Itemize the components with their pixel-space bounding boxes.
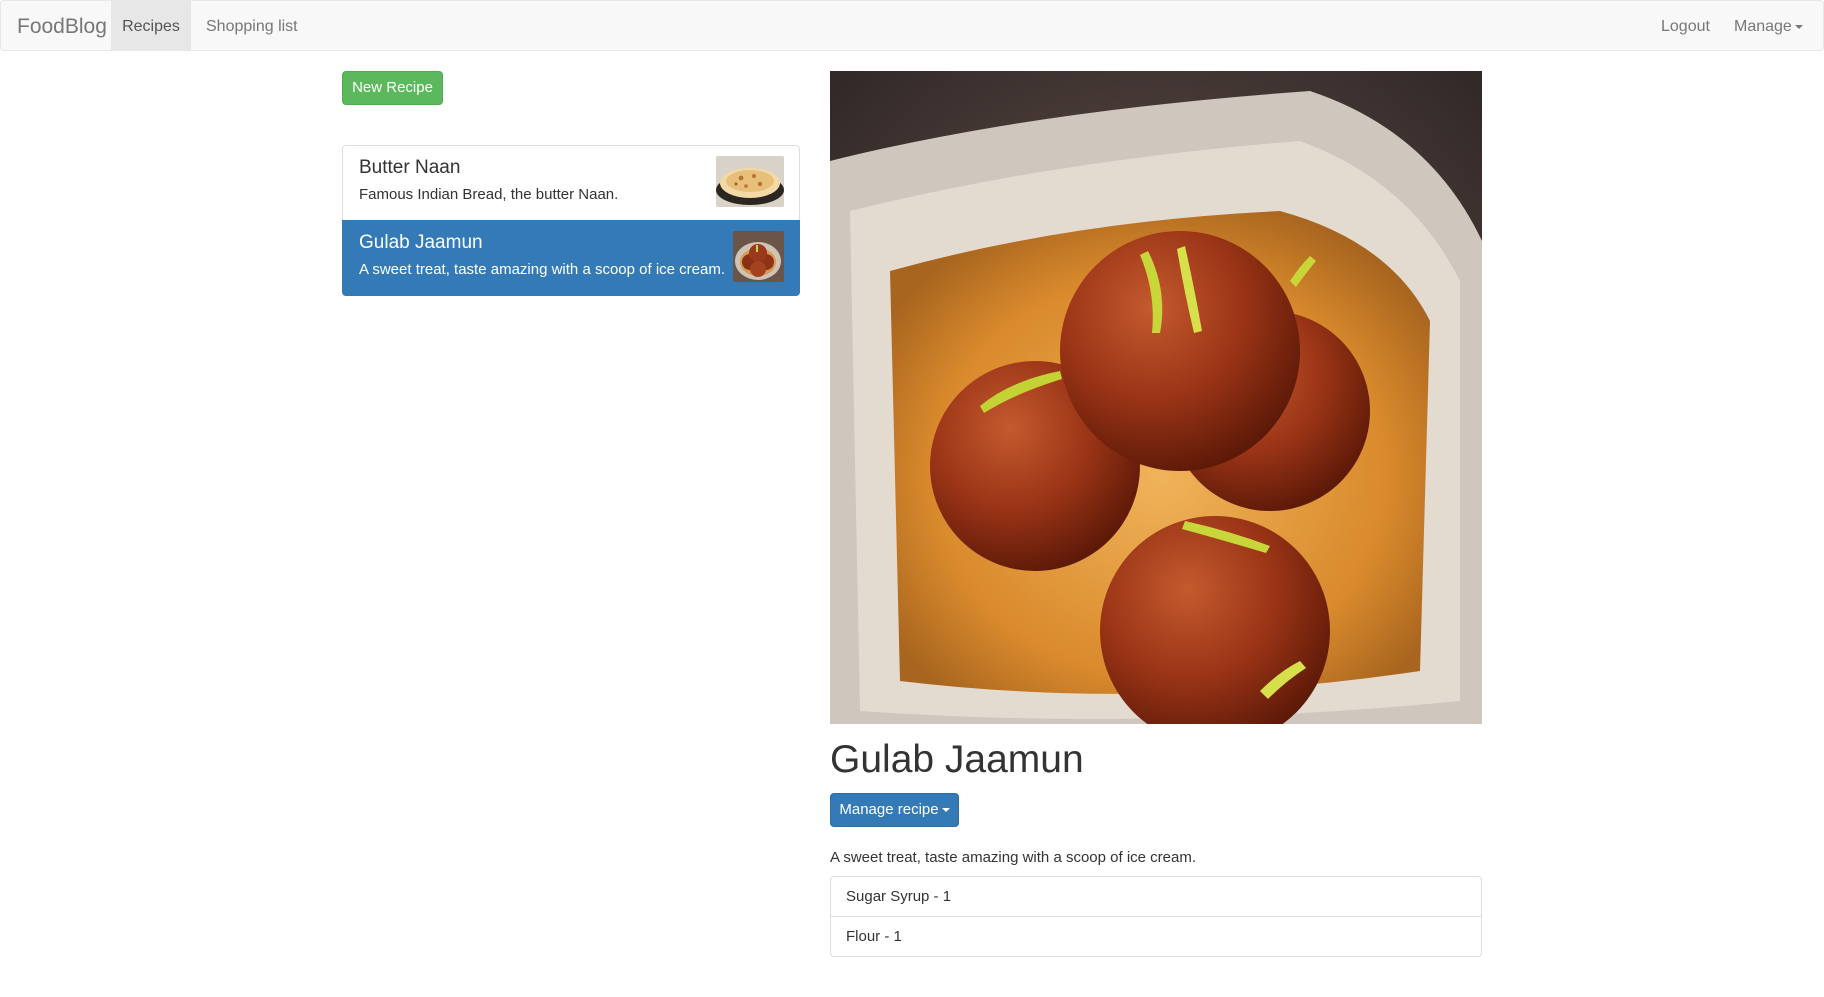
recipe-list: Butter Naan Famous Indian Bread, the but… bbox=[342, 145, 800, 296]
recipe-title: Gulab Jaamun bbox=[830, 738, 1084, 781]
new-recipe-button[interactable]: New Recipe bbox=[342, 71, 443, 105]
recipe-hero-image bbox=[830, 71, 1482, 724]
recipe-description: A sweet treat, taste amazing with a scoo… bbox=[830, 849, 1197, 866]
nav-manage-dropdown[interactable]: Manage bbox=[1719, 1, 1818, 50]
recipe-description: A sweet treat, taste amazing with a scoo… bbox=[359, 261, 726, 278]
caret-down-icon bbox=[1794, 24, 1803, 29]
nav-recipes[interactable]: Recipes bbox=[111, 1, 191, 50]
manage-recipe-label: Manage recipe bbox=[839, 801, 939, 818]
ingredient-list: Sugar Syrup - 1 Flour - 1 bbox=[830, 876, 1482, 957]
nav-logout[interactable]: Logout bbox=[1646, 1, 1725, 50]
manage-recipe-button[interactable]: Manage recipe bbox=[830, 793, 959, 827]
ingredient-item: Sugar Syrup - 1 bbox=[830, 876, 1482, 917]
nav-manage-label: Manage bbox=[1734, 18, 1792, 35]
recipe-name: Gulab Jaamun bbox=[359, 232, 483, 253]
naan-thumbnail-image bbox=[716, 156, 784, 207]
brand-link[interactable]: FoodBlog bbox=[17, 15, 107, 39]
top-navbar: FoodBlog Recipes Shopping list Logout Ma… bbox=[0, 0, 1824, 51]
ingredient-item: Flour - 1 bbox=[830, 916, 1482, 957]
caret-down-icon bbox=[941, 808, 950, 813]
nav-shopping-list[interactable]: Shopping list bbox=[191, 1, 313, 50]
gulab-jaamun-thumbnail-image bbox=[733, 231, 784, 282]
recipe-item-gulab-jaamun[interactable]: Gulab Jaamun A sweet treat, taste amazin… bbox=[342, 220, 800, 296]
recipe-item-butter-naan[interactable]: Butter Naan Famous Indian Bread, the but… bbox=[342, 145, 800, 221]
